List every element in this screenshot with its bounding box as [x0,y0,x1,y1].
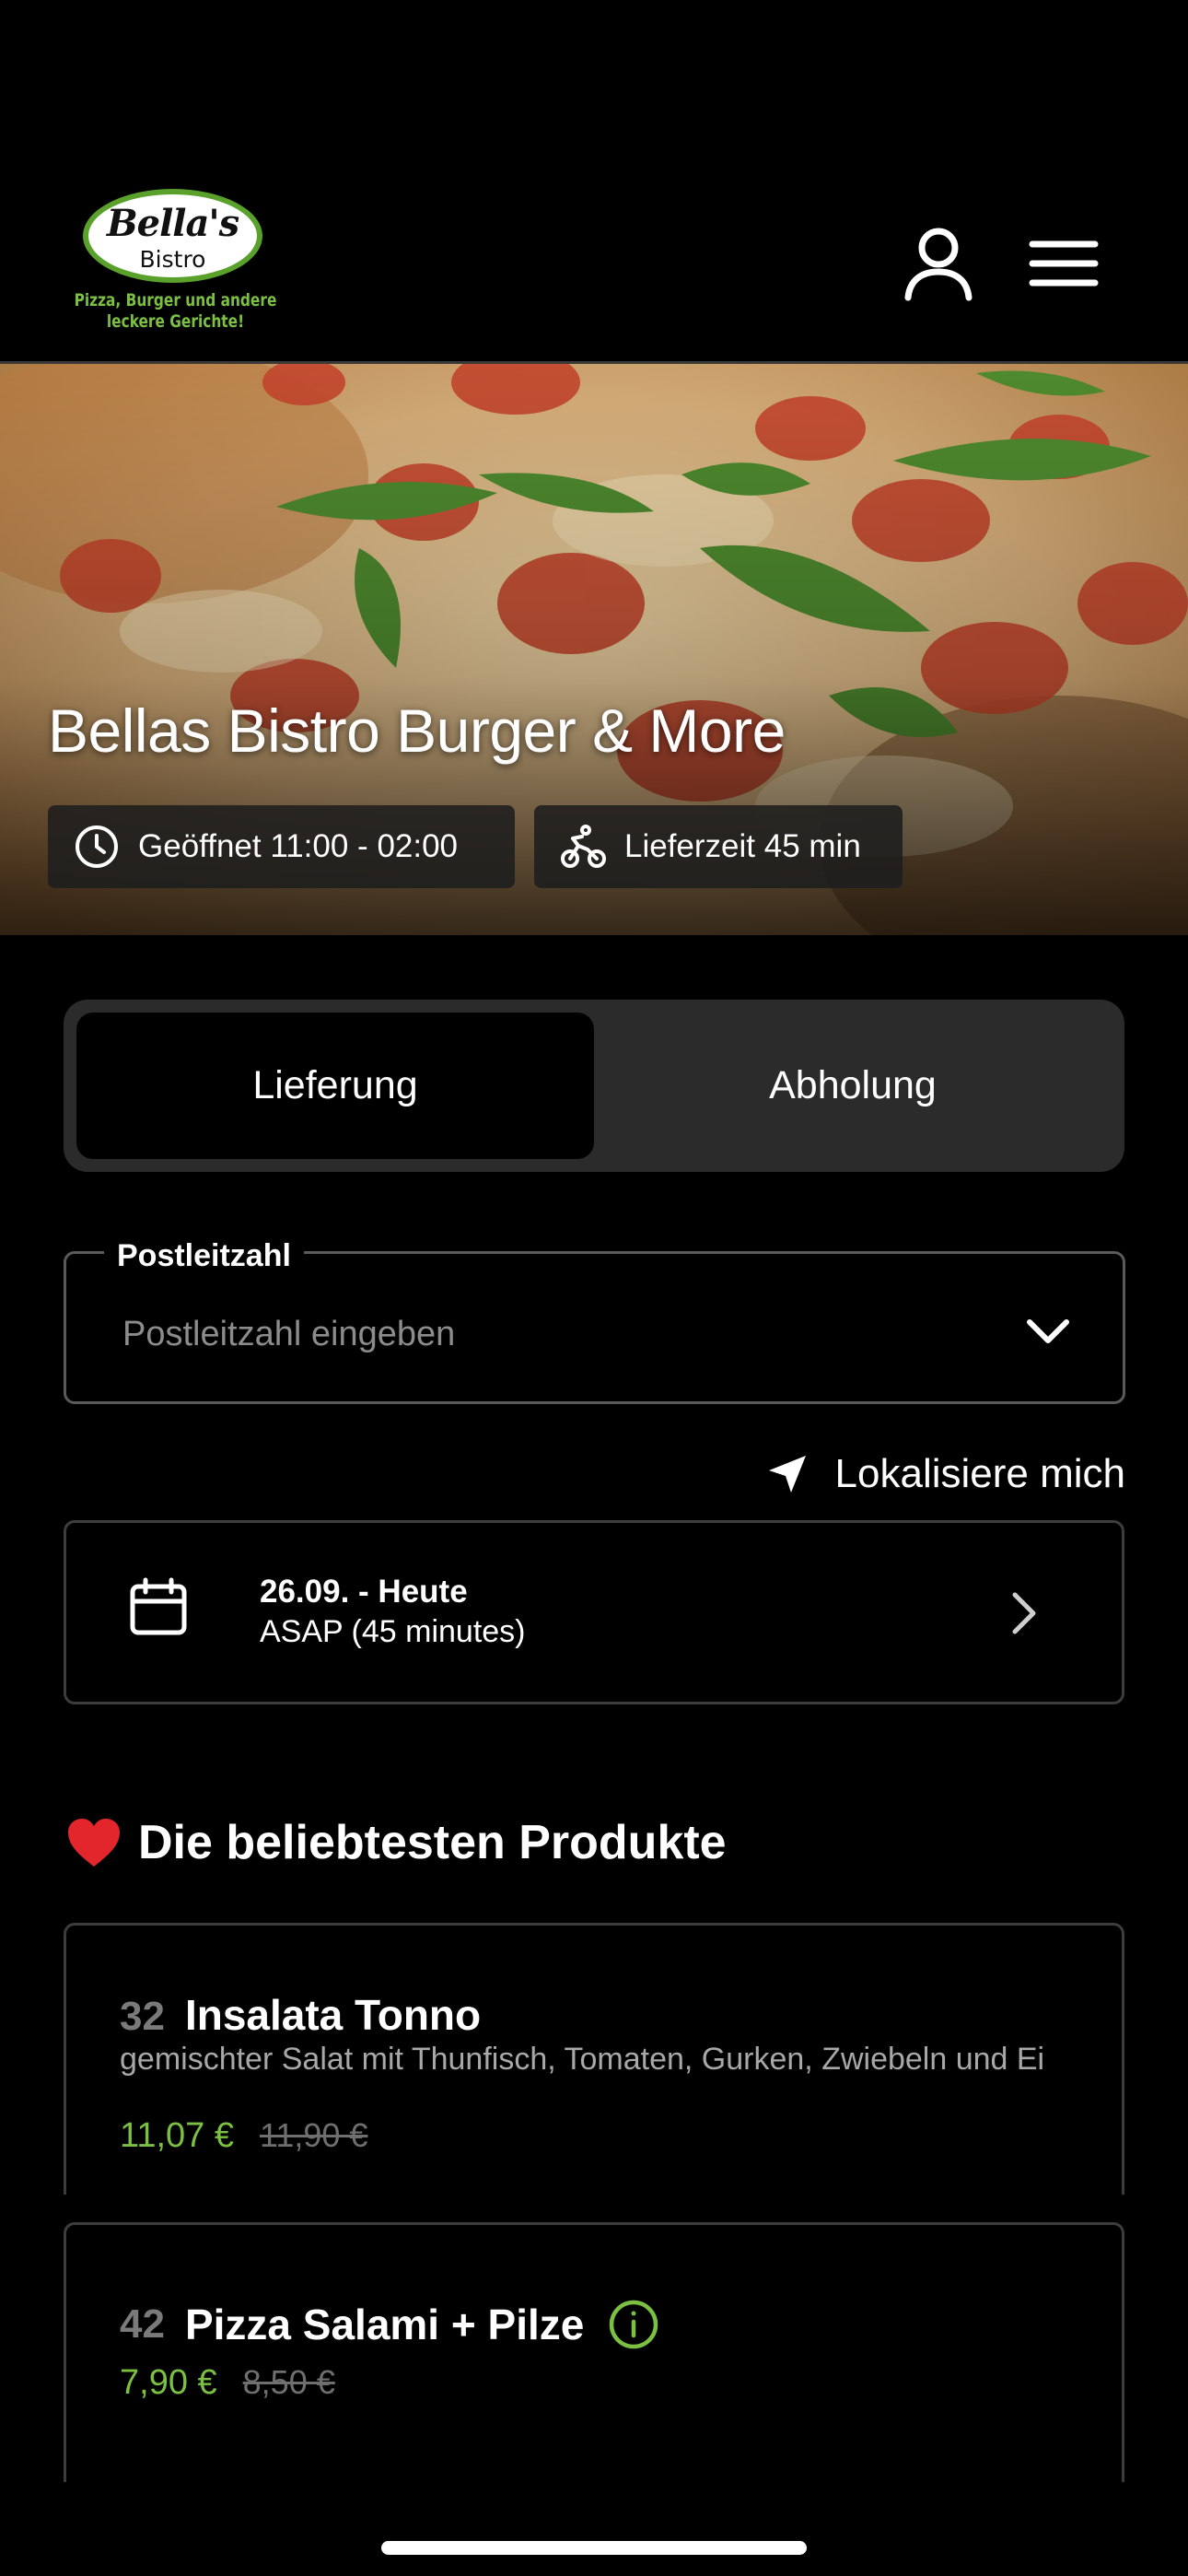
postal-code-input[interactable] [122,1308,951,1360]
locate-me-label: Lokalisiere mich [834,1451,1125,1496]
popular-products-title: Die beliebtesten Produkte [138,1816,727,1869]
logo-tagline: Pizza, Burger und andere leckere Gericht… [74,290,277,333]
product-number: 42 [120,2301,165,2347]
logo-tagline-line1: Pizza, Burger und andere [74,290,277,310]
delivery-time-chip: Lieferzeit 45 min [534,805,903,888]
opening-hours-text: Geöffnet 11:00 - 02:00 [138,828,459,864]
postal-code-label: Postleitzahl [104,1238,304,1274]
chevron-right-icon [1012,1592,1036,1634]
delivery-time-text: Lieferzeit 45 min [624,828,861,864]
delivery-date-selector[interactable] [64,1520,1124,1704]
delivery-date-text: 26.09. - Heute [260,1574,468,1610]
logo-tagline-line2: leckere Gerichte! [106,311,245,332]
bellas-bistro-logo[interactable]: Bella's Bistro Pizza, Burger und andere … [63,189,288,345]
hamburger-menu-icon[interactable] [1027,235,1101,292]
logo-oval: Bella's Bistro [83,189,262,283]
product-old-price: 8,50 € [242,2363,335,2401]
home-indicator[interactable] [381,2541,807,2555]
user-icon[interactable] [901,226,976,301]
locate-me-button[interactable]: Lokalisiere mich [755,1445,1125,1504]
product-name: Insalata Tonno [184,1991,482,2039]
info-icon[interactable] [608,2299,659,2350]
order-type-toggle: Lieferung Abholung [64,1000,1124,1172]
product-price-row: 11,07 € 11,90 € [120,2116,367,2156]
calendar-icon [130,1577,187,1635]
product-header: 42 Pizza Salami + Pilze [120,2299,659,2350]
delivery-time-option: ASAP (45 minutes) [260,1614,526,1649]
product-price-row: 7,90 € 8,50 € [120,2363,335,2403]
logo-script-text: Bella's [106,202,239,245]
product-card[interactable]: 32 Insalata Tonno gemischter Salat mit T… [64,1923,1124,2195]
product-name: Pizza Salami + Pilze [184,2301,585,2348]
product-header: 32 Insalata Tonno [120,1990,481,2040]
opening-hours-chip: Geöffnet 11:00 - 02:00 [48,805,515,888]
logo-sub-text: Bistro [139,246,206,273]
product-number: 32 [120,1994,165,2039]
chevron-down-icon[interactable] [1020,1313,1076,1350]
product-card[interactable]: 42 Pizza Salami + Pilze 7,90 € 8,50 € [64,2222,1124,2482]
location-arrow-icon [768,1456,806,1493]
clock-icon [76,825,118,868]
product-description: gemischter Salat mit Thunfisch, Tomaten,… [120,2042,1045,2077]
product-old-price: 11,90 € [259,2116,368,2154]
restaurant-name: Bellas Bistro Burger & More [48,697,786,765]
heart-icon [68,1819,120,1867]
tab-abholung[interactable]: Abholung [594,1013,1112,1159]
tab-lieferung[interactable]: Lieferung [76,1013,594,1159]
product-price: 11,07 € [120,2116,234,2155]
bike-delivery-icon [561,825,606,868]
product-price: 7,90 € [120,2363,217,2402]
popular-products-heading: Die beliebtesten Produkte [66,1815,727,1870]
